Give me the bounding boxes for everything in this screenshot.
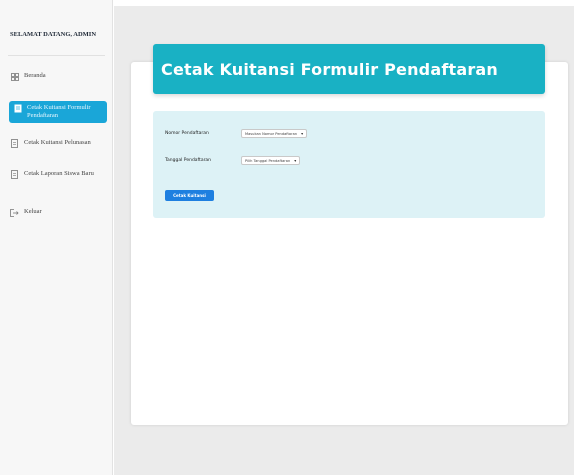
document-icon [10, 170, 19, 179]
page-title: Cetak Kuitansi Formulir Pendaftaran [161, 60, 499, 79]
sidebar: SELAMAT DATANG, ADMIN Beranda Cetak Kuit… [0, 0, 113, 475]
sidebar-item-cetak-formulir[interactable]: Cetak Kuitansi Formulir Pendaftaran [9, 101, 107, 123]
sidebar-item-label: Cetak Kuitansi Formulir Pendaftaran [27, 104, 91, 119]
sidebar-item-label: Cetak Kuitansi Pelunasan [24, 139, 91, 146]
document-icon [10, 139, 19, 148]
tanggal-select[interactable]: Pilih Tanggal Pendaftaran ▾ [241, 156, 301, 165]
tanggal-label: Tanggal Pendaftaran [165, 158, 212, 163]
sidebar-item-label: Keluar [24, 208, 42, 215]
sidebar-divider [8, 55, 105, 56]
nomor-label: Nomor Pendaftaran [165, 131, 209, 136]
chevron-down-icon: ▾ [294, 158, 297, 163]
sidebar-item-cetak-pelunasan[interactable]: Cetak Kuitansi Pelunasan [10, 139, 107, 148]
logout-icon [10, 208, 19, 217]
cetak-kuitansi-button[interactable]: Cetak Kuitansi [165, 190, 214, 201]
sidebar-item-label: Beranda [24, 72, 46, 79]
tanggal-select-value: Pilih Tanggal Pendaftaran [245, 158, 291, 163]
sidebar-item-beranda[interactable]: Beranda [10, 72, 107, 81]
sidebar-item-label: Cetak Laporan Siswa Baru [24, 170, 94, 177]
tanggal-row: Tanggal Pendaftaran Pilih Tanggal Pendaf… [165, 156, 301, 165]
sidebar-item-keluar[interactable]: Keluar [10, 208, 107, 217]
sidebar-item-cetak-laporan[interactable]: Cetak Laporan Siswa Baru [10, 170, 107, 179]
nomor-row: Nomor Pendaftaran Masukan Nomor Pendafta… [165, 129, 308, 138]
grid-icon [10, 72, 19, 81]
welcome-text: SELAMAT DATANG, ADMIN [10, 31, 97, 38]
nomor-select[interactable]: Masukan Nomor Pendaftaran ▾ [241, 129, 308, 138]
chevron-down-icon: ▾ [301, 131, 304, 136]
nomor-select-value: Masukan Nomor Pendaftaran [245, 131, 298, 136]
title-banner: Cetak Kuitansi Formulir Pendaftaran [153, 44, 545, 94]
document-icon [13, 104, 22, 113]
